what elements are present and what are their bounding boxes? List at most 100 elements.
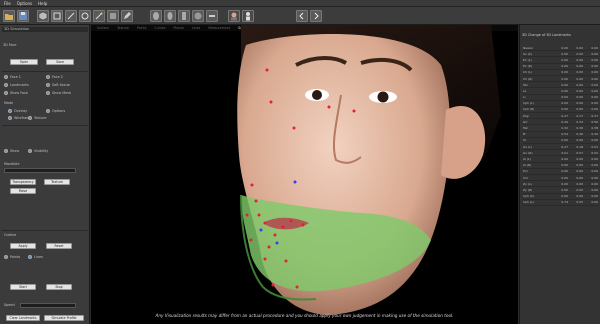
landmark-value: 0.00 bbox=[576, 163, 583, 168]
face1-label: Face 1 bbox=[10, 75, 21, 79]
landmark-value: 0.55 bbox=[576, 200, 583, 205]
back-arrow-icon[interactable] bbox=[296, 10, 308, 22]
landmark-name: Go (R) bbox=[523, 150, 533, 155]
landmark-value: 0.00 bbox=[591, 175, 598, 180]
landmark-value: 0.00 bbox=[561, 138, 568, 143]
wireframe-check[interactable] bbox=[8, 116, 12, 120]
visibility-check[interactable] bbox=[28, 149, 32, 153]
landmark-name: Cph (L) bbox=[523, 101, 534, 106]
landmark-value: 0.00 bbox=[561, 107, 568, 112]
landmark-name: Zy (R) bbox=[523, 187, 533, 192]
landmark-name: Ls bbox=[523, 88, 527, 93]
landmark-value: 0.38 bbox=[591, 126, 598, 131]
landmark-value: 0.00 bbox=[576, 51, 583, 56]
apply-button[interactable]: Apply bbox=[10, 243, 36, 249]
landmark-name: Cm bbox=[523, 175, 529, 180]
options-radio[interactable] bbox=[46, 109, 50, 113]
landmark-value: 0.00 bbox=[591, 138, 598, 143]
landmark-value: 0.00 bbox=[561, 181, 568, 186]
landmark-value: 0.00 bbox=[576, 64, 583, 69]
forward-arrow-icon[interactable] bbox=[310, 10, 322, 22]
person-icon[interactable] bbox=[242, 10, 254, 22]
menu-help[interactable]: Help bbox=[38, 1, 47, 6]
landmark-value: 0.00 bbox=[591, 57, 598, 62]
simulate-profile-button[interactable]: Simulate Profile bbox=[44, 315, 84, 321]
menu-file[interactable]: File bbox=[4, 1, 11, 6]
tool-icon[interactable] bbox=[206, 10, 218, 22]
points-check[interactable] bbox=[4, 255, 8, 259]
overlay-label: Overlay bbox=[14, 109, 28, 113]
landmark-value: 0.00 bbox=[591, 181, 598, 186]
landmark-name: Sn (C) bbox=[523, 51, 533, 56]
save-face-button[interactable]: Save bbox=[46, 59, 74, 65]
texture-button[interactable]: Texture bbox=[44, 179, 70, 185]
landmark-value: 0.37 bbox=[591, 113, 598, 118]
landmark-value: 0.00 bbox=[561, 156, 568, 161]
show-label: Show bbox=[10, 149, 20, 153]
landmark-value: 0.00 bbox=[591, 163, 598, 168]
landmark-value: 0.00 bbox=[591, 45, 598, 50]
cube-icon[interactable] bbox=[37, 10, 49, 22]
landmark-value: 0.00 bbox=[576, 194, 583, 199]
face1-radio[interactable] bbox=[4, 75, 8, 79]
landmark-value: 0.00 bbox=[576, 45, 583, 50]
clear-landmarks-button[interactable]: Clear Landmarks bbox=[6, 315, 40, 321]
face-back-icon[interactable] bbox=[192, 10, 204, 22]
move-button[interactable]: Move bbox=[10, 188, 36, 194]
show-face-check[interactable] bbox=[4, 91, 8, 95]
landmark-name: Sl bbox=[523, 138, 526, 143]
divider bbox=[2, 125, 88, 126]
show-mesh-check[interactable] bbox=[46, 91, 50, 95]
landmark-value: 0.00 bbox=[591, 156, 598, 161]
view-front-icon[interactable] bbox=[51, 10, 63, 22]
save-icon[interactable] bbox=[17, 10, 29, 22]
show-check[interactable] bbox=[4, 149, 8, 153]
face-three-quarter-icon[interactable] bbox=[164, 10, 176, 22]
mandible-select[interactable] bbox=[4, 168, 76, 173]
wand-icon[interactable] bbox=[93, 10, 105, 22]
transparency-button[interactable]: Transparency bbox=[10, 179, 36, 185]
menu-options[interactable]: Options bbox=[17, 1, 32, 6]
landmark-value: 0.00 bbox=[561, 70, 568, 75]
landmark-name: Li bbox=[523, 95, 526, 100]
head-avatar-icon[interactable] bbox=[228, 10, 240, 22]
start-button[interactable]: Start bbox=[10, 284, 36, 290]
pencil-icon[interactable] bbox=[121, 10, 133, 22]
landmarks-check[interactable] bbox=[4, 83, 8, 87]
landmark-value: 0.40 bbox=[576, 132, 583, 137]
landmark-value: 0.00 bbox=[591, 95, 598, 100]
open-face-button[interactable]: Open bbox=[10, 59, 38, 65]
mode-label: Mode bbox=[4, 101, 14, 105]
disclaimer-text: Any Visualization results may differ fro… bbox=[155, 313, 454, 318]
landmark-table-title: 3D Change of 3D Landmarks bbox=[522, 33, 571, 37]
soft-tissue-check[interactable] bbox=[46, 83, 50, 87]
landmark-value: 0.00 bbox=[576, 187, 583, 192]
3d-viewport[interactable]: Surface Texture Points Curves Planes Lin… bbox=[91, 25, 518, 324]
soft-tissue-label: Soft tissue bbox=[52, 83, 70, 87]
texture-check[interactable] bbox=[28, 116, 32, 120]
landmark-value: 0.00 bbox=[561, 57, 568, 62]
overlay-radio[interactable] bbox=[8, 109, 12, 113]
face-front-icon[interactable] bbox=[150, 10, 162, 22]
rotate-icon[interactable] bbox=[79, 10, 91, 22]
lines-label: Lines bbox=[34, 255, 43, 259]
landmark-value: 0.00 bbox=[576, 95, 583, 100]
toolbar bbox=[0, 7, 600, 25]
reset-button[interactable]: Reset bbox=[46, 243, 72, 249]
face-side-icon[interactable] bbox=[178, 10, 190, 22]
speed-slider[interactable] bbox=[20, 303, 76, 308]
landmark-value: 0.30 bbox=[591, 132, 598, 137]
table-row[interactable]: Cph (L) 0.74 0.55 0.60 bbox=[523, 200, 599, 206]
landmark-value: 0.18 bbox=[576, 144, 583, 149]
landmark-value: 0.27 bbox=[561, 113, 568, 118]
landmark-value: 0.00 bbox=[591, 88, 598, 93]
view-side-icon[interactable] bbox=[65, 10, 77, 22]
menu-bar: File Options Help bbox=[0, 0, 600, 7]
lines-check[interactable] bbox=[28, 255, 32, 259]
stop-button[interactable]: Stop bbox=[46, 284, 72, 290]
face2-radio[interactable] bbox=[46, 75, 50, 79]
frame-icon[interactable] bbox=[107, 10, 119, 22]
open-icon[interactable] bbox=[3, 10, 15, 22]
landmarks-label: Landmarks bbox=[10, 83, 29, 87]
landmark-table: Nasion 0.00 0.00 0.00 Sn (C) 0.00 0.00 0.00 Ex (… bbox=[523, 45, 599, 206]
